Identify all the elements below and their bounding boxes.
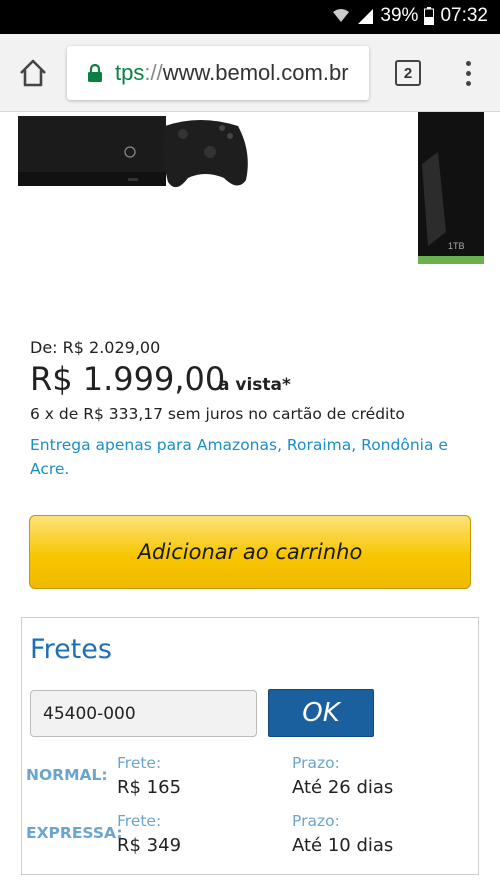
box-label: 1TB [448,241,465,251]
address-bar[interactable]: tps://www.bemol.com.br [67,46,369,100]
tab-switcher-button[interactable]: 2 [395,60,421,86]
url-scheme: tps [115,60,145,85]
browser-toolbar: tps://www.bemol.com.br 2 [0,34,500,112]
prazo-value: Até 10 dias [292,835,394,856]
frete-value: R$ 165 [117,777,182,798]
overflow-menu-button[interactable] [458,58,478,90]
home-icon [18,59,48,92]
lock-icon [87,63,103,86]
signal-icon [356,7,374,25]
freight-panel: Fretes OK NORMAL: Frete: R$ 165 Prazo: A… [21,617,479,875]
delivery-restriction-link[interactable]: Entrega apenas para Amazonas, Roraima, R… [30,433,470,481]
current-price: R$ 1.999,00 [30,360,226,398]
menu-dot [465,61,471,66]
battery-percent: 39% [380,5,419,26]
wifi-icon [332,7,350,25]
shipping-option-name: NORMAL: [26,766,108,784]
status-indicators: 39% 07:32 [332,5,488,27]
prazo-label: Prazo: [292,754,340,772]
frete-label: Frete: [117,754,162,772]
ok-button[interactable]: OK [268,689,374,737]
installments-info: 6 x de R$ 333,17 sem juros no cartão de … [30,405,405,423]
console-image [18,116,166,186]
frete-label: Frete: [117,812,162,830]
controller-image [163,120,248,188]
status-bar: 39% 07:32 [0,0,500,34]
battery-icon [424,7,435,25]
frete-value: R$ 349 [117,835,182,856]
menu-dot [465,81,471,86]
shipping-option-name: EXPRESSA: [26,824,123,842]
prazo-value: Até 26 dias [292,777,394,798]
cep-input[interactable] [30,690,257,737]
url-host: www.bemol.com.br [162,60,349,85]
clock: 07:32 [440,5,488,26]
freight-title: Fretes [30,634,112,665]
menu-dot [465,71,471,76]
price-suffix: a vista* [218,375,291,395]
url-text: tps://www.bemol.com.br [115,60,349,86]
home-button[interactable] [18,58,48,88]
original-price: De: R$ 2.029,00 [30,338,161,357]
prazo-label: Prazo: [292,812,340,830]
box-image: 1TB [418,112,484,264]
add-to-cart-button[interactable]: Adicionar ao carrinho [29,515,471,589]
url-separator: :// [144,60,163,85]
product-image[interactable]: 1TB [0,112,500,312]
